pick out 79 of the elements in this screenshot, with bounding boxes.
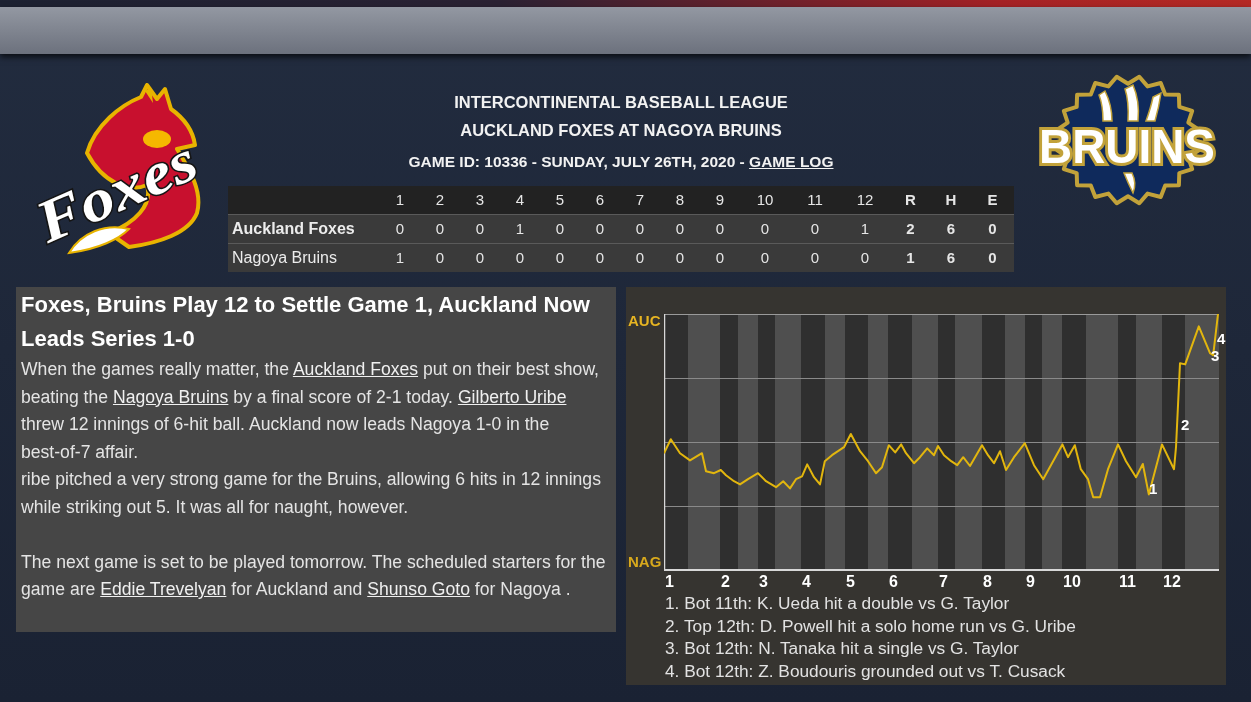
matchup-title: AUCKLAND FOXES AT NAGOYA BRUINS — [460, 120, 782, 141]
article-paragraph: The next game is set to be played tomorrow. The scheduled starters for the game are Eddie Trevelyan for Auckland and Shunso Goto for Nagoya . — [21, 550, 607, 601]
table-cell-text: 6 — [945, 218, 957, 239]
table-cell-text: 0 — [394, 218, 406, 239]
inning-label: 3 — [759, 573, 768, 591]
article-paragraph: ribe pitched a very strong game for the Bruins, allowing 6 hits in 12 innings while striking out 5. It was all for naught, however. — [21, 468, 602, 519]
column-header: 5 — [554, 189, 566, 210]
table-cell-text: 0 — [714, 247, 726, 268]
table-cell-text: 2 — [905, 218, 916, 239]
column-header: 10 — [755, 189, 775, 210]
table-cell-text: 1 — [394, 247, 406, 268]
table-cell-text: 0 — [859, 247, 871, 268]
table-cell-text: 0 — [634, 218, 646, 239]
table-cell-text: 0 — [474, 218, 486, 239]
event-item: 1. Bot 11th: K. Ueda hit a double vs G. Taylor — [665, 592, 1011, 615]
article-headline: Foxes, Bruins Play 12 to Settle Game 1, Auckland Now Leads Series 1-0 — [21, 291, 591, 353]
inning-label: 5 — [846, 573, 855, 591]
table-cell-text: 0 — [434, 218, 446, 239]
game-info: GAME ID: 10336 - SUNDAY, JULY 26TH, 2020 - GAME LOG — [408, 152, 834, 172]
column-header: 3 — [474, 189, 486, 210]
table-cell-text: 0 — [809, 247, 821, 268]
inning-label: 10 — [1063, 573, 1081, 591]
team-name: Nagoya Bruins — [231, 248, 338, 268]
table-cell-text: 0 — [514, 247, 526, 268]
table-cell-text: 0 — [987, 218, 998, 239]
table-cell-text: 0 — [554, 247, 566, 268]
event-item: 3. Bot 12th: N. Tanaka hit a single vs G. Taylor — [665, 637, 1020, 660]
inning-label: 7 — [939, 573, 948, 591]
table-cell-text: 0 — [674, 218, 686, 239]
inning-label: 4 — [802, 573, 811, 591]
inning-label: 9 — [1026, 573, 1035, 591]
column-header: 12 — [855, 189, 875, 210]
table-cell-text: 1 — [905, 247, 916, 268]
article-paragraph: When the games really matter, the Auckland Foxes put on their best show, beating the Nagoya Bruins by a final score of 2-1 today. Gilberto Uribe threw 12 innings of 6-hit ball. Auckland now leads Nagoya 1-0 in the best-of-7 affair. — [21, 358, 600, 464]
game-log-link[interactable]: GAME LOG — [749, 153, 834, 170]
column-header: 4 — [514, 189, 526, 210]
table-cell-text: 0 — [759, 218, 771, 239]
table-cell-text: 0 — [809, 218, 821, 239]
event-item: 4. Bot 12th: Z. Boudouris grounded out vs T. Cusack — [665, 659, 1067, 682]
column-header: 7 — [634, 189, 646, 210]
table-cell-text: 0 — [554, 218, 566, 239]
inning-label: 12 — [1163, 573, 1181, 591]
table-cell-text: 0 — [714, 218, 726, 239]
league-title: INTERCONTINENTAL BASEBALL LEAGUE — [454, 92, 788, 113]
column-header: R — [904, 189, 917, 210]
table-cell-text: 0 — [759, 247, 771, 268]
column-header: 11 — [806, 189, 824, 210]
inning-label: 1 — [665, 573, 674, 591]
inning-label: 8 — [983, 573, 992, 591]
inning-label: 2 — [721, 573, 730, 591]
team-name: Auckland Foxes — [231, 219, 356, 239]
table-cell-text: 0 — [987, 247, 998, 268]
text-link[interactable]: Gilberto Uribe — [457, 386, 567, 407]
inning-label: 6 — [889, 573, 898, 591]
column-header: 1 — [394, 189, 406, 210]
column-header: 8 — [674, 189, 686, 210]
axis-label: NAG — [628, 554, 663, 570]
table-cell-text: 0 — [674, 247, 686, 268]
table-cell-text: 0 — [594, 218, 606, 239]
table-cell-text: 0 — [594, 247, 606, 268]
text-link[interactable]: Eddie Trevelyan — [100, 579, 227, 599]
table-cell-text: 0 — [434, 247, 446, 268]
text-link[interactable]: Nagoya Bruins — [112, 386, 229, 407]
column-header: 9 — [714, 189, 726, 210]
text-link[interactable]: Auckland Foxes — [292, 359, 419, 379]
column-header: H — [944, 189, 958, 210]
table-cell-text: 0 — [474, 247, 486, 268]
event-marker: 4 — [1217, 331, 1226, 347]
table-cell-text: 0 — [634, 247, 646, 268]
axis-label: AUC — [628, 313, 662, 329]
table-cell-text: 1 — [859, 218, 871, 239]
table-cell-text: 6 — [945, 247, 957, 268]
inning-label: 11 — [1119, 573, 1136, 591]
text-link[interactable]: Shunso Goto — [367, 579, 470, 599]
table-cell-text: 1 — [514, 218, 526, 239]
column-header: 6 — [594, 189, 606, 210]
column-header: 2 — [434, 189, 446, 210]
column-header: E — [986, 189, 999, 210]
event-item: 2. Top 12th: D. Powell hit a solo home run vs G. Uribe — [665, 614, 1077, 637]
